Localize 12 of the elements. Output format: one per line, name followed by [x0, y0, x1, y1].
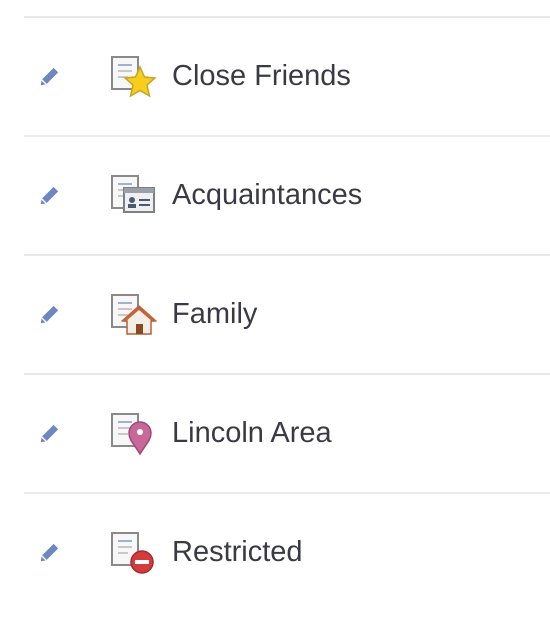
pencil-icon[interactable] [38, 66, 60, 88]
pencil-icon[interactable] [38, 542, 60, 564]
list-name[interactable]: Family [172, 298, 258, 331]
pencil-icon[interactable] [38, 304, 60, 326]
star-list-icon [110, 54, 158, 98]
list-name[interactable]: Acquaintances [172, 179, 362, 212]
list-name[interactable]: Close Friends [172, 60, 351, 93]
pencil-icon[interactable] [38, 422, 60, 444]
list-name[interactable]: Lincoln Area [172, 417, 332, 450]
pencil-icon[interactable] [38, 184, 60, 206]
list-name[interactable]: Restricted [172, 536, 303, 569]
house-list-icon [110, 292, 158, 336]
